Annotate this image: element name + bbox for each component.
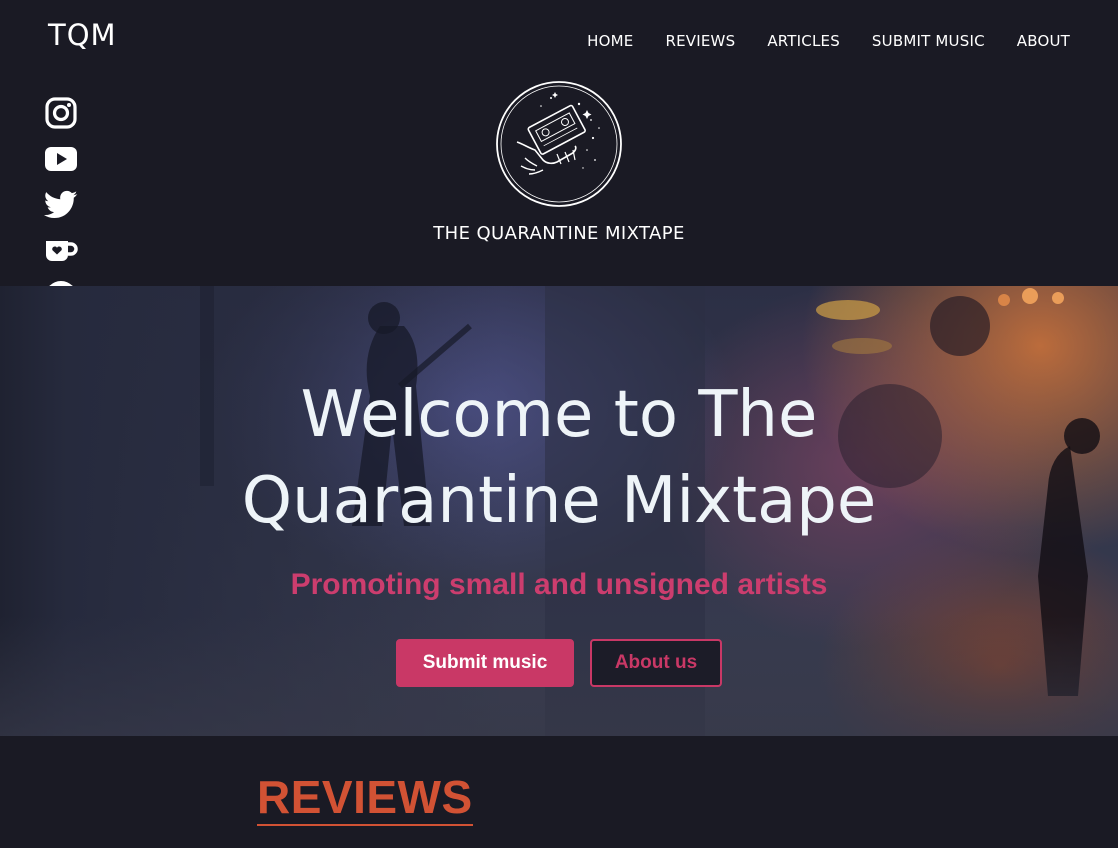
nav-articles[interactable]: ARTICLES bbox=[767, 32, 840, 50]
site-logo[interactable] bbox=[495, 80, 623, 208]
hero-banner: Welcome to The Quarantine Mixtape Promot… bbox=[0, 286, 1118, 736]
cassette-hand-emblem bbox=[496, 81, 622, 207]
hero-title-line-2: Quarantine Mixtape bbox=[241, 464, 877, 538]
twitter-icon[interactable] bbox=[42, 186, 80, 224]
reviews-section-heading: REVIEWS bbox=[257, 770, 473, 826]
nav-home[interactable]: HOME bbox=[587, 32, 633, 50]
hero-title-line-1: Welcome to The bbox=[300, 378, 818, 452]
page: TQM HOME REVIEWS ARTICLES SUBMIT MUSIC A… bbox=[0, 0, 1118, 848]
main-nav: HOME REVIEWS ARTICLES SUBMIT MUSIC ABOUT bbox=[587, 32, 1070, 50]
instagram-icon[interactable] bbox=[42, 94, 80, 132]
nav-about[interactable]: ABOUT bbox=[1017, 32, 1070, 50]
about-us-button[interactable]: About us bbox=[590, 639, 722, 687]
site-title: THE QUARANTINE MIXTAPE bbox=[433, 223, 685, 244]
youtube-icon[interactable] bbox=[42, 140, 80, 178]
hero-subtitle: Promoting small and unsigned artists bbox=[290, 568, 828, 601]
hero-title: Welcome to The Quarantine Mixtape bbox=[0, 372, 1118, 544]
submit-music-button[interactable]: Submit music bbox=[396, 639, 574, 687]
nav-reviews[interactable]: REVIEWS bbox=[665, 32, 735, 50]
brand-logo-text[interactable]: TQM bbox=[48, 18, 117, 52]
nav-submit-music[interactable]: SUBMIT MUSIC bbox=[872, 32, 985, 50]
